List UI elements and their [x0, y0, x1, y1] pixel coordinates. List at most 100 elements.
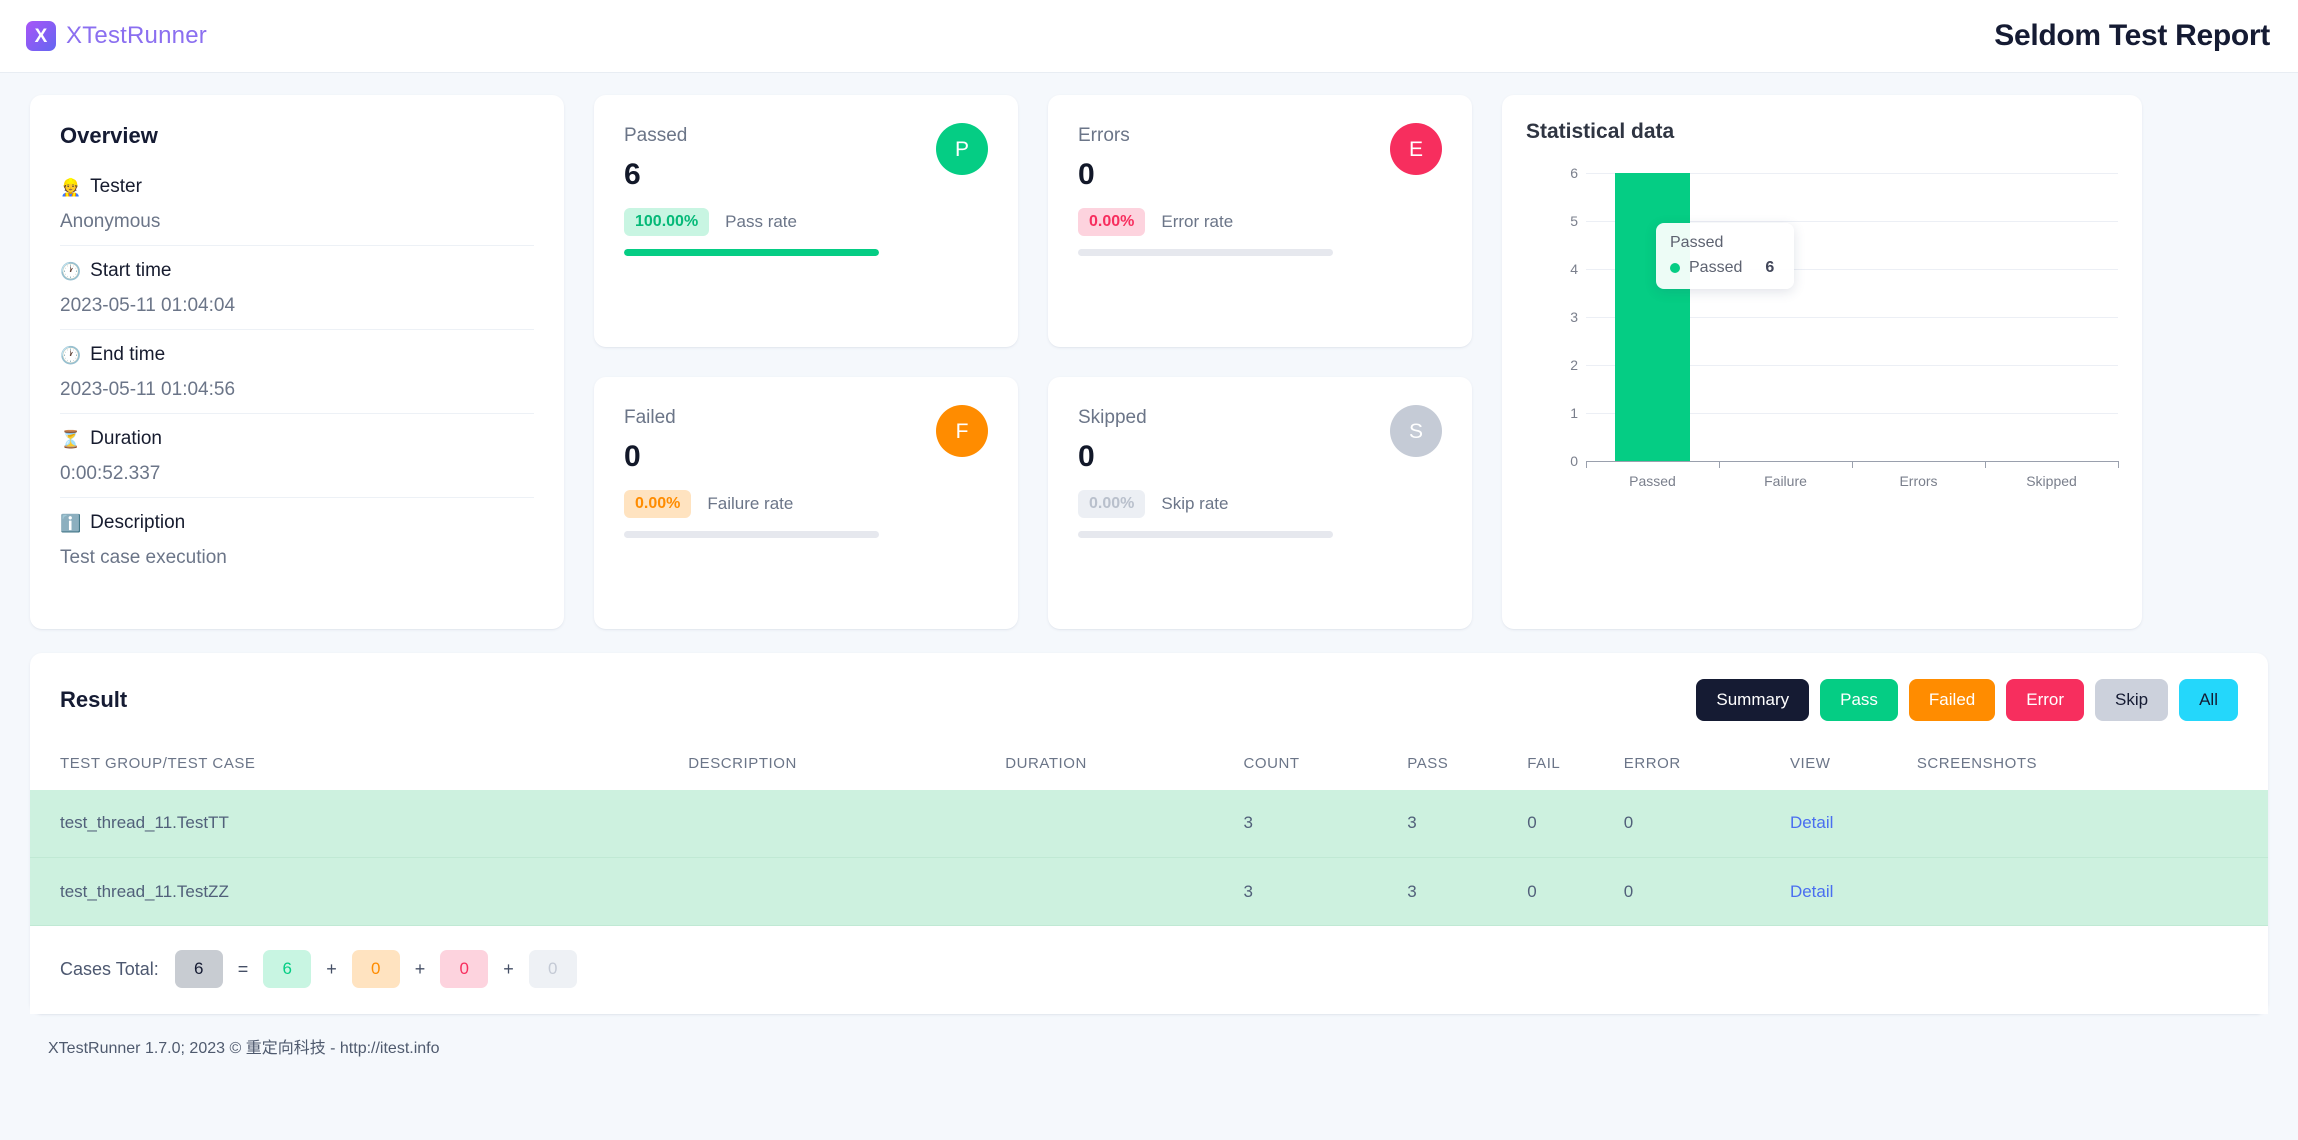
stat-rate-badge: 0.00%: [1078, 208, 1146, 236]
stat-avatar-icon: S: [1390, 405, 1442, 457]
stat-rate-row: 0.00% Skip rate: [1078, 490, 1442, 518]
clock-icon: 🕐: [60, 345, 82, 365]
table-row[interactable]: test_thread_11.TestZZ 3 3 0 0 Detail: [30, 857, 2268, 926]
stat-name: Passed: [624, 125, 688, 146]
overview-row-value: Anonymous: [60, 211, 161, 232]
stat-count: 0: [624, 440, 641, 473]
stat-card-passed: Passed 6 P 100.00% Pass rate: [594, 95, 1018, 347]
summary-row: Overview 👷 Tester Anonymous 🕐 Start time 2023…: [30, 95, 2268, 629]
chart-x-tick-label: Skipped: [2026, 473, 2077, 489]
stat-count: 0: [1078, 158, 1095, 191]
column-header: FAIL: [1527, 754, 1561, 772]
cell-error: 0: [1623, 813, 1634, 833]
filter-button-pass[interactable]: Pass: [1820, 679, 1898, 721]
filter-button-skip[interactable]: Skip: [2095, 679, 2169, 721]
bar-chart[interactable]: 0 1 2 3 4 5 6 Passed Failure Errors Skipped: [1548, 165, 2119, 489]
main-content: Overview 👷 Tester Anonymous 🕐 Start time 2023…: [0, 73, 2298, 1058]
cell-pass: 3: [1407, 813, 1417, 833]
chart-x-tick-mark: [1852, 461, 1853, 468]
stat-card-errors: Errors 0 E 0.00% Error rate: [1048, 95, 1472, 347]
stat-name: Errors: [1078, 125, 1130, 146]
stat-avatar-icon: F: [936, 405, 988, 457]
column-header: ERROR: [1623, 754, 1681, 772]
brand[interactable]: X XTestRunner: [26, 21, 207, 51]
overview-row-value: 0:00:52.337: [60, 463, 161, 484]
cell-count: 3: [1243, 813, 1253, 833]
chart-x-tick-mark: [2118, 461, 2119, 468]
chart-y-tick-label: 0: [1570, 453, 1578, 469]
cases-total-part-badge: 6: [263, 950, 312, 989]
cell-error: 0: [1623, 881, 1634, 901]
tooltip-series-value: 6: [1765, 259, 1775, 276]
result-table-head: TEST GROUP/TEST CASE DESCRIPTION DURATION C…: [30, 743, 2268, 790]
cell-description: [688, 858, 1005, 926]
filter-button-error[interactable]: Error: [2006, 679, 2085, 721]
cases-total-label: Cases Total:: [60, 958, 159, 979]
chart-x-tick-label: Failure: [1764, 473, 1807, 489]
stat-column-left: Passed 6 P 100.00% Pass rate Failed 0 F 0.00% Fa…: [594, 95, 1018, 629]
stat-rate-label: Skip rate: [1161, 493, 1229, 513]
stat-rate-label: Pass rate: [725, 211, 797, 231]
overview-row-label: 🕐 Start time: [60, 260, 534, 282]
column-header: COUNT: [1243, 754, 1300, 772]
stat-avatar-icon: P: [936, 123, 988, 175]
hourglass-icon: ⏳: [60, 429, 82, 449]
stat-rate-row: 0.00% Failure rate: [624, 490, 988, 518]
chart-x-tick-mark: [1985, 461, 1986, 468]
stat-count: 0: [1078, 440, 1095, 473]
detail-link[interactable]: Detail: [1790, 813, 1833, 832]
cases-total-part-badge: 0: [528, 950, 577, 989]
detail-link[interactable]: Detail: [1790, 882, 1833, 901]
result-table: TEST GROUP/TEST CASE DESCRIPTION DURATION C…: [30, 743, 2268, 927]
overview-row: 👷 Tester Anonymous: [60, 149, 534, 246]
chart-x-tick-mark: [1719, 461, 1720, 468]
cell-test-case: test_thread_11.TestZZ: [60, 881, 229, 901]
chart-y-tick-label: 1: [1570, 405, 1578, 421]
stat-rate-label: Failure rate: [707, 493, 794, 513]
cell-pass: 3: [1407, 881, 1417, 901]
filter-button-failed[interactable]: Failed: [1908, 679, 1996, 721]
stat-count: 6: [624, 158, 641, 191]
plus-sign: +: [503, 958, 514, 979]
chart-x-tick-mark: [1586, 461, 1587, 468]
stat-rate-badge: 100.00%: [624, 208, 710, 236]
equals-sign: =: [237, 958, 249, 979]
chart-y-tick-label: 5: [1570, 213, 1578, 229]
chart-x-tick-label: Passed: [1629, 473, 1676, 489]
table-row[interactable]: test_thread_11.TestTT 3 3 0 0 Detail: [30, 789, 2268, 858]
cell-screenshots: [1917, 858, 2268, 926]
overview-row-value: 2023-05-11 01:04:56: [60, 379, 236, 400]
statistical-data-card: Statistical data 0 1 2 3 4 5 6 Passed Failure Err…: [1502, 95, 2142, 629]
plus-sign: +: [414, 958, 426, 979]
stat-name: Skipped: [1078, 407, 1147, 428]
chart-title: Statistical data: [1526, 120, 1675, 143]
stat-progress-track: [624, 530, 879, 538]
stat-progress-track: [1078, 530, 1333, 538]
stat-progress-track: [1078, 248, 1333, 256]
stat-rate-badge: 0.00%: [624, 490, 692, 518]
stat-rate-row: 0.00% Error rate: [1078, 208, 1442, 236]
stat-avatar-icon: E: [1390, 123, 1442, 175]
overview-row: ⏳ Duration 0:00:52.337: [60, 414, 534, 498]
stat-progress-track: [624, 248, 879, 256]
result-title: Result: [60, 686, 128, 712]
stat-column-right: Errors 0 E 0.00% Error rate Skipped 0 S 0.00% Sk…: [1048, 95, 1472, 629]
chart-bar-passed[interactable]: [1615, 173, 1690, 461]
chart-y-tick-label: 6: [1570, 165, 1578, 181]
overview-rows: 👷 Tester Anonymous 🕐 Start time 2023-05-11 01…: [60, 149, 534, 581]
cell-duration: [1005, 858, 1243, 926]
column-header: DURATION: [1005, 754, 1087, 772]
filter-button-summary[interactable]: Summary: [1696, 679, 1810, 721]
tooltip-series-name: Passed: [1689, 259, 1743, 276]
overview-label-text: End time: [90, 344, 166, 365]
overview-row-label: ℹ️ Description: [60, 512, 534, 534]
clock-icon: 🕐: [60, 261, 82, 281]
cell-screenshots: [1917, 790, 2268, 858]
filter-button-all[interactable]: All: [2179, 679, 2238, 721]
cell-description: [688, 790, 1005, 858]
chart-x-tick-label: Errors: [1899, 473, 1938, 489]
footer-text: XTestRunner 1.7.0; 2023 © 重定向科技 - http:/…: [48, 1040, 440, 1058]
column-header: TEST GROUP/TEST CASE: [60, 754, 256, 772]
stat-card-skipped: Skipped 0 S 0.00% Skip rate: [1048, 377, 1472, 629]
chart-y-tick-label: 4: [1570, 261, 1578, 277]
